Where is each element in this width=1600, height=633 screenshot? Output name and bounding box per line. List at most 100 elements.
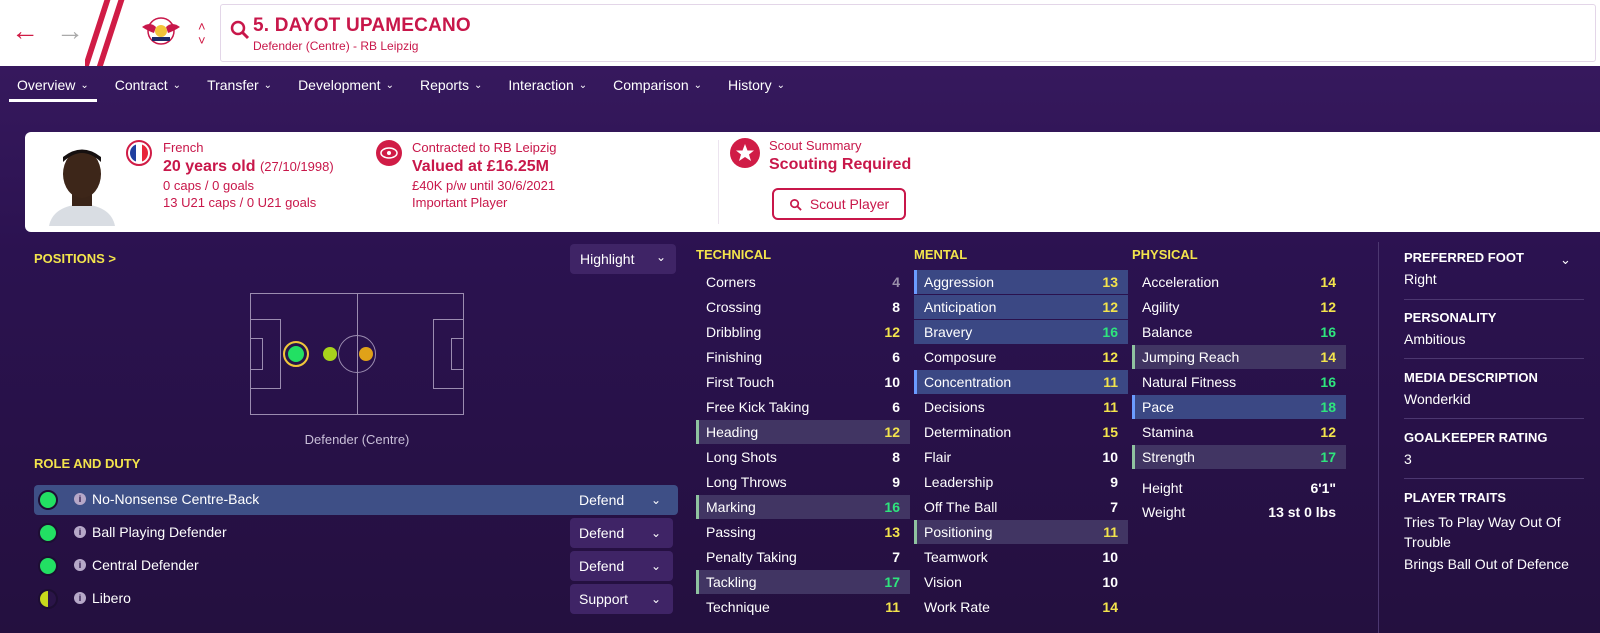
attribute-row-natural-fitness[interactable]: Natural Fitness 16: [1132, 370, 1346, 394]
attribute-row-composure[interactable]: Composure 12: [914, 345, 1128, 369]
attribute-row-flair[interactable]: Flair 10: [914, 445, 1128, 469]
attribute-row-anticipation[interactable]: Anticipation 12: [914, 295, 1128, 319]
attribute-value: 13: [884, 524, 900, 540]
duty-dropdown[interactable]: Defend ⌄: [570, 551, 673, 581]
tab-development[interactable]: Development ⌄: [290, 66, 402, 104]
highlight-dropdown[interactable]: Highlight ⌄: [570, 244, 676, 274]
attribute-row-penalty-taking[interactable]: Penalty Taking 7: [696, 545, 910, 569]
attribute-row-corners[interactable]: Corners 4: [696, 270, 910, 294]
role-row[interactable]: i Ball Playing Defender Defend ⌄: [34, 518, 678, 548]
forward-arrow-icon[interactable]: →: [55, 16, 85, 46]
attribute-value: 11: [1103, 524, 1118, 540]
attribute-row-tackling[interactable]: Tackling 17: [696, 570, 910, 594]
attribute-row-finishing[interactable]: Finishing 6: [696, 345, 910, 369]
attribute-row-free-kick-taking[interactable]: Free Kick Taking 6: [696, 395, 910, 419]
attribute-row-technique[interactable]: Technique 11: [696, 595, 910, 619]
role-row[interactable]: i No-Nonsense Centre-Back Defend ⌄: [34, 485, 678, 515]
attribute-value: 10: [1102, 574, 1118, 590]
attribute-row-acceleration[interactable]: Acceleration 14: [1132, 270, 1346, 294]
attribute-row-long-throws[interactable]: Long Throws 9: [696, 470, 910, 494]
attribute-value: 6: [892, 399, 900, 415]
tab-comparison[interactable]: Comparison ⌄: [605, 66, 710, 104]
attribute-row-decisions[interactable]: Decisions 11: [914, 395, 1128, 419]
scout-column: Scout Summary Scouting Required: [769, 138, 911, 174]
scout-summary-label: Scout Summary: [769, 138, 862, 153]
attribute-value: 7: [892, 549, 900, 565]
duty-dropdown[interactable]: Defend ⌄: [570, 518, 673, 548]
attribute-row-determination[interactable]: Determination 15: [914, 420, 1128, 444]
attribute-row-work-rate[interactable]: Work Rate 14: [914, 595, 1128, 619]
duty-dropdown[interactable]: Defend ⌄: [570, 485, 673, 515]
info-icon[interactable]: i: [74, 592, 86, 604]
tab-history[interactable]: History ⌄: [720, 66, 793, 104]
mental-title: MENTAL: [914, 247, 968, 262]
club-crest-icon[interactable]: [140, 13, 182, 49]
tab-transfer[interactable]: Transfer ⌄: [199, 66, 280, 104]
chevron-down-icon: ⌄: [650, 592, 661, 606]
chevron-down-icon: ⌄: [385, 79, 394, 91]
position-marker-tertiary[interactable]: [359, 347, 373, 361]
attribute-name: Flair: [924, 449, 952, 465]
info-icon[interactable]: i: [74, 526, 86, 538]
attribute-value: 11: [1103, 399, 1118, 415]
attribute-row-aggression[interactable]: Aggression 13: [914, 270, 1128, 294]
chevron-down-icon[interactable]: ⌄: [1560, 252, 1571, 268]
attribute-value: 12: [884, 324, 900, 340]
role-row[interactable]: i Central Defender Defend ⌄: [34, 551, 678, 581]
attribute-value: 8: [892, 449, 900, 465]
attribute-row-jumping-reach[interactable]: Jumping Reach 14: [1132, 345, 1346, 369]
attribute-row-passing[interactable]: Passing 13: [696, 520, 910, 544]
attribute-row-pace[interactable]: Pace 18: [1132, 395, 1346, 419]
player-search-box[interactable]: 5. DAYOT UPAMECANO Defender (Centre) - R…: [220, 4, 1596, 62]
chevron-down-icon: ⌄: [650, 493, 661, 507]
star-icon: [730, 138, 760, 168]
previous-player-icon[interactable]: ˄: [198, 20, 206, 33]
tab-interaction[interactable]: Interaction ⌄: [500, 66, 595, 104]
attribute-row-first-touch[interactable]: First Touch 10: [696, 370, 910, 394]
attribute-row-bravery[interactable]: Bravery 16: [914, 320, 1128, 344]
attribute-row-long-shots[interactable]: Long Shots 8: [696, 445, 910, 469]
attribute-row-crossing[interactable]: Crossing 8: [696, 295, 910, 319]
position-marker-natural[interactable]: [283, 341, 309, 367]
attribute-row-concentration[interactable]: Concentration 11: [914, 370, 1128, 394]
attribute-row-vision[interactable]: Vision 10: [914, 570, 1128, 594]
chevron-down-icon: ⌄: [776, 79, 785, 91]
attribute-row-balance[interactable]: Balance 16: [1132, 320, 1346, 344]
player-avatar: [43, 140, 121, 226]
attribute-value: 18: [1320, 399, 1336, 415]
attribute-row-marking[interactable]: Marking 16: [696, 495, 910, 519]
attribute-row-heading[interactable]: Heading 12: [696, 420, 910, 444]
attribute-name: Jumping Reach: [1142, 349, 1240, 365]
back-arrow-icon[interactable]: ←: [10, 16, 40, 46]
next-player-icon[interactable]: ˅: [198, 34, 206, 47]
attribute-row-off-the-ball[interactable]: Off The Ball 7: [914, 495, 1128, 519]
player-trait: Tries To Play Way Out Of Trouble: [1404, 514, 1561, 550]
attribute-value: 16: [1320, 324, 1336, 340]
attribute-row-teamwork[interactable]: Teamwork 10: [914, 545, 1128, 569]
role-rating-dot: [38, 490, 58, 510]
position-marker-secondary[interactable]: [323, 347, 337, 361]
chevron-down-icon: ⌄: [80, 79, 89, 91]
goalkeeper-rating-label: GOALKEEPER RATING: [1404, 430, 1548, 445]
attribute-name: Stamina: [1142, 424, 1194, 440]
scout-player-button[interactable]: Scout Player: [772, 188, 906, 220]
attribute-row-dribbling[interactable]: Dribbling 12: [696, 320, 910, 344]
search-icon[interactable]: [229, 19, 251, 41]
duty-dropdown[interactable]: Support ⌄: [570, 584, 673, 614]
role-duty-title: ROLE AND DUTY: [34, 456, 141, 471]
positions-title[interactable]: POSITIONS >: [34, 251, 116, 266]
tab-overview[interactable]: Overview ⌄: [9, 66, 97, 104]
info-icon[interactable]: i: [74, 493, 86, 505]
attribute-row-strength[interactable]: Strength 17: [1132, 445, 1346, 469]
attribute-row-stamina[interactable]: Stamina 12: [1132, 420, 1346, 444]
tab-contract[interactable]: Contract ⌄: [107, 66, 189, 104]
tab-reports[interactable]: Reports ⌄: [412, 66, 490, 104]
role-row[interactable]: i Libero Support ⌄: [34, 584, 678, 614]
chevron-down-icon: ⌄: [655, 250, 666, 264]
attribute-row-leadership[interactable]: Leadership 9: [914, 470, 1128, 494]
weight-row: Weight 13 st 0 lbs: [1142, 504, 1336, 520]
attribute-row-positioning[interactable]: Positioning 11: [914, 520, 1128, 544]
attribute-row-agility[interactable]: Agility 12: [1132, 295, 1346, 319]
info-icon[interactable]: i: [74, 559, 86, 571]
physical-title: PHYSICAL: [1132, 247, 1198, 262]
